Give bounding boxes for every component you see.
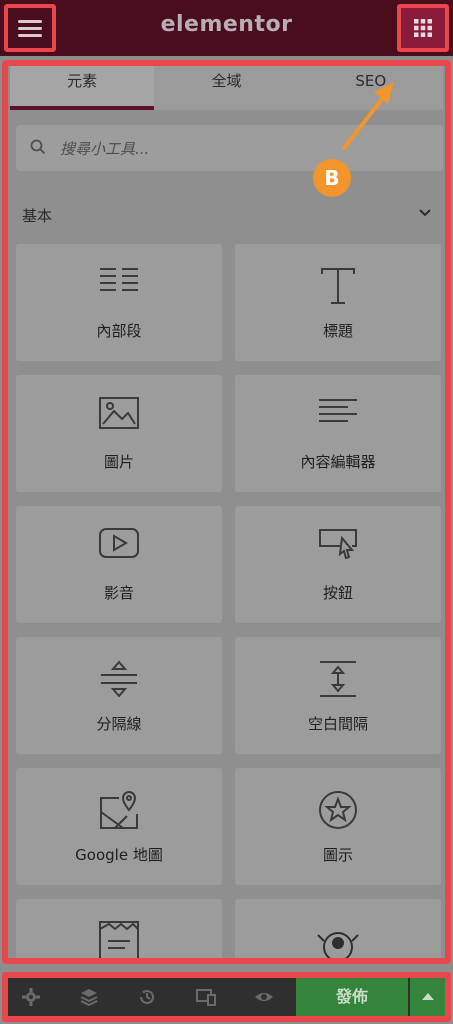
responsive-icon[interactable]	[196, 988, 216, 1006]
widget-heading[interactable]: 標題	[235, 244, 441, 361]
widget-label: Google 地圖	[75, 846, 163, 864]
widget-label: 內容編輯器	[300, 453, 376, 471]
image-icon	[99, 397, 139, 429]
widget-icon[interactable]: 圖示	[235, 768, 441, 885]
heading-icon	[321, 268, 355, 304]
widget-label: 圖片	[103, 453, 134, 471]
widget-label: 分隔線	[96, 715, 142, 733]
gear-icon[interactable]	[22, 988, 40, 1006]
widget-form[interactable]	[16, 899, 222, 958]
widget-video[interactable]: 影音	[16, 506, 222, 623]
publish-options-button[interactable]	[410, 978, 445, 1016]
widget-label: 按鈕	[322, 584, 353, 602]
history-icon[interactable]	[138, 988, 156, 1006]
widget-inner-section[interactable]: 內部段	[16, 244, 222, 361]
button-icon	[319, 529, 357, 560]
divider-icon	[101, 660, 137, 698]
widget-label: 影音	[103, 584, 134, 602]
mascot-icon	[317, 932, 359, 958]
widget-mascot[interactable]	[235, 899, 441, 958]
text-editor-icon	[319, 399, 357, 422]
widget-google-maps[interactable]: Google 地圖	[16, 768, 222, 885]
section-title: 基本	[22, 207, 53, 225]
annotation-badge: B	[313, 159, 351, 197]
widget-label: 標題	[322, 322, 353, 340]
widget-button[interactable]: 按鈕	[235, 506, 441, 623]
google-maps-icon	[100, 790, 138, 829]
bottom-toolbar: 發佈	[2, 972, 451, 1022]
layers-icon[interactable]	[80, 988, 98, 1006]
publish-button[interactable]: 發佈	[296, 978, 408, 1016]
form-icon	[99, 921, 139, 958]
widget-divider[interactable]: 分隔線	[16, 637, 222, 754]
widget-label: 空白間隔	[307, 715, 368, 733]
spacer-icon	[320, 661, 356, 697]
eye-icon[interactable]	[254, 988, 274, 1006]
elementor-app: elementor 元素 全域 SEO 搜尋小工具... 基本 內部段 標題 圖…	[0, 0, 453, 1024]
chevron-down-icon[interactable]	[418, 208, 432, 218]
widget-label: 內部段	[96, 322, 142, 340]
widget-label: 圖示	[322, 846, 353, 864]
widget-spacer[interactable]: 空白間隔	[235, 637, 441, 754]
star-icon	[319, 791, 357, 829]
inner-section-icon	[100, 268, 138, 291]
widget-image[interactable]: 圖片	[16, 375, 222, 492]
annotation-arrow-icon	[342, 82, 394, 150]
widget-text-editor[interactable]: 內容編輯器	[235, 375, 441, 492]
video-icon	[99, 528, 139, 558]
